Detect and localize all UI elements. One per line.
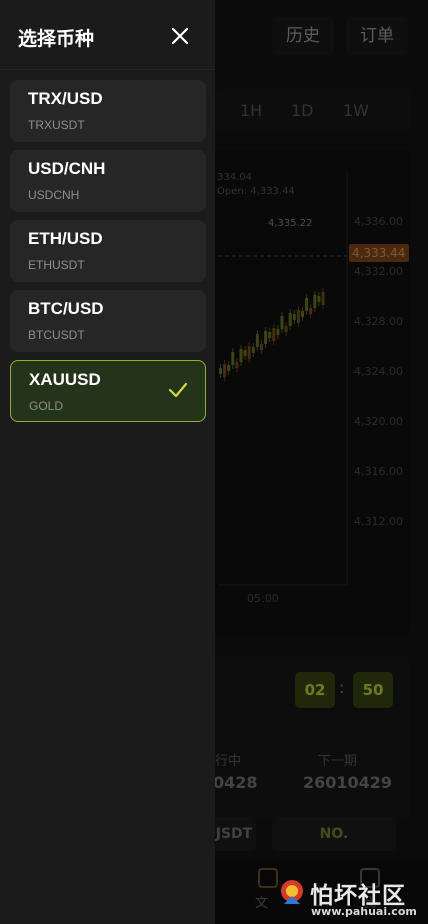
symbol-item-trx[interactable]: TRX/USD TRXUSDT <box>10 80 206 142</box>
symbol-name: XAUUSD <box>29 370 101 389</box>
checkmark-icon <box>168 382 188 398</box>
symbol-code: ETHUSDT <box>28 258 85 272</box>
symbol-item-xauusd[interactable]: XAUUSD GOLD <box>10 360 206 422</box>
drawer-divider <box>0 69 215 70</box>
watermark-logo-icon <box>281 880 303 904</box>
symbol-code: BTCUSDT <box>28 328 85 342</box>
symbol-item-btc[interactable]: BTC/USD BTCUSDT <box>10 290 206 352</box>
symbol-code: GOLD <box>29 399 64 413</box>
symbol-name: USD/CNH <box>28 159 106 178</box>
symbol-name: TRX/USD <box>28 89 103 108</box>
drawer-title: 选择币种 <box>18 28 95 50</box>
watermark-url: www.pahuai.com <box>311 905 417 918</box>
symbol-selector-drawer: 选择币种 TRX/USD TRXUSDT USD/CNH USDCNH ETH/… <box>0 0 215 924</box>
symbol-item-usdcnh[interactable]: USD/CNH USDCNH <box>10 150 206 212</box>
symbol-code: USDCNH <box>28 188 80 202</box>
close-icon[interactable] <box>168 24 192 48</box>
symbol-code: TRXUSDT <box>28 118 85 132</box>
symbol-name: BTC/USD <box>28 299 104 318</box>
symbol-name: ETH/USD <box>28 229 103 248</box>
symbol-item-eth[interactable]: ETH/USD ETHUSDT <box>10 220 206 282</box>
